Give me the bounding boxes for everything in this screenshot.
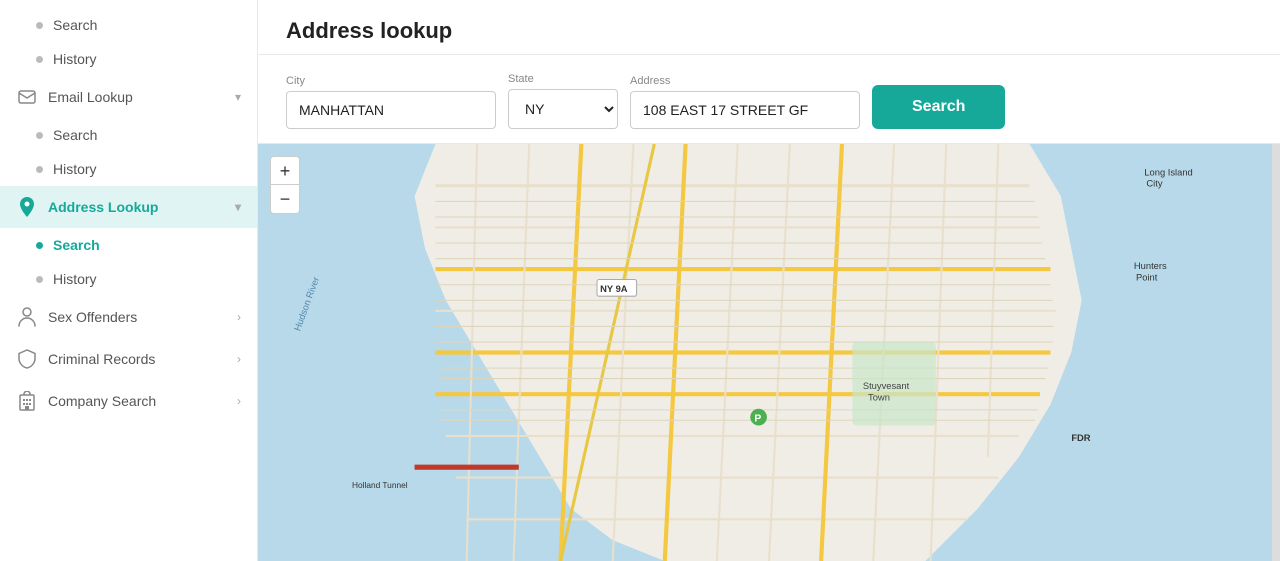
sidebar-item-address-history[interactable]: History (0, 262, 257, 296)
sidebar-item-label: Criminal Records (48, 351, 227, 367)
sidebar-item-sex-offenders[interactable]: Sex Offenders › (0, 296, 257, 338)
state-select[interactable]: ALAKAZARCACOCTDEFLGAHIIDILINIAKSKYLAMEMD… (508, 89, 618, 129)
dot-icon (36, 132, 43, 139)
sidebar-item-search-top[interactable]: Search (0, 8, 257, 42)
sidebar-item-address-lookup[interactable]: Address Lookup ▾ (0, 186, 257, 228)
sidebar-item-label: Address Lookup (48, 199, 225, 215)
sidebar: Search History Email Lookup ▾ Search His… (0, 0, 258, 561)
sidebar-item-email-search[interactable]: Search (0, 118, 257, 152)
email-lookup-subitems: Search History (0, 118, 257, 186)
search-button[interactable]: Search (872, 85, 1005, 129)
sidebar-item-email-history[interactable]: History (0, 152, 257, 186)
sidebar-item-label: History (53, 161, 97, 177)
email-icon (16, 86, 38, 108)
dot-icon (36, 22, 43, 29)
sidebar-item-label: History (53, 51, 97, 67)
svg-text:Town: Town (868, 392, 890, 402)
svg-text:FDR: FDR (1071, 433, 1090, 443)
sidebar-item-history-top[interactable]: History (0, 42, 257, 76)
sidebar-item-label: Search (53, 17, 97, 33)
sidebar-item-criminal-records[interactable]: Criminal Records › (0, 338, 257, 380)
chevron-right-icon: › (237, 394, 241, 408)
address-input[interactable] (630, 91, 860, 129)
location-icon (16, 196, 38, 218)
map-container: + − (258, 144, 1280, 561)
zoom-out-button[interactable]: − (271, 185, 299, 213)
sidebar-item-label: Sex Offenders (48, 309, 227, 325)
svg-text:Stuyvesant: Stuyvesant (863, 381, 910, 391)
search-bar: City State ALAKAZARCACOCTDEFLGAHIIDILINI… (258, 55, 1280, 144)
dot-icon (36, 242, 43, 249)
sidebar-item-label: Company Search (48, 393, 227, 409)
chevron-down-icon: ▾ (235, 90, 241, 104)
address-lookup-subitems: Search History (0, 228, 257, 296)
dot-icon (36, 166, 43, 173)
svg-text:Hunters: Hunters (1134, 261, 1167, 271)
page-title: Address lookup (286, 18, 1252, 44)
svg-text:Long Island: Long Island (1144, 167, 1192, 177)
chevron-right-icon: › (237, 352, 241, 366)
shield-icon (16, 348, 38, 370)
address-label: Address (630, 75, 860, 87)
svg-text:Point: Point (1136, 273, 1158, 283)
sidebar-item-company-search[interactable]: Company Search › (0, 380, 257, 422)
chevron-down-icon: ▾ (235, 200, 241, 214)
state-label: State (508, 73, 618, 85)
city-field-group: City (286, 75, 496, 129)
svg-text:NY 9A: NY 9A (600, 284, 628, 294)
map-display: Holland Tunnel Stuyvesant Town NY 9A FDR… (258, 144, 1280, 561)
dot-icon (36, 276, 43, 283)
sidebar-item-label: History (53, 271, 97, 287)
sidebar-item-label: Search (53, 237, 100, 253)
address-field-group: Address (630, 75, 860, 129)
city-input[interactable] (286, 91, 496, 129)
city-label: City (286, 75, 496, 87)
main-content: Address lookup City State ALAKAZARCACOCT… (258, 0, 1280, 561)
state-field-group: State ALAKAZARCACOCTDEFLGAHIIDILINIAKSKY… (508, 73, 618, 129)
sidebar-item-label: Email Lookup (48, 89, 225, 105)
map-scrollbar[interactable] (1272, 144, 1280, 561)
building-icon (16, 390, 38, 412)
sidebar-item-address-search[interactable]: Search (0, 228, 257, 262)
person-icon (16, 306, 38, 328)
svg-text:City: City (1146, 179, 1162, 189)
zoom-in-button[interactable]: + (271, 157, 299, 185)
sidebar-item-label: Search (53, 127, 97, 143)
chevron-right-icon: › (237, 310, 241, 324)
dot-icon (36, 56, 43, 63)
page-header: Address lookup (258, 0, 1280, 55)
svg-text:P: P (754, 413, 761, 424)
sidebar-item-email-lookup[interactable]: Email Lookup ▾ (0, 76, 257, 118)
map-zoom-controls: + − (270, 156, 300, 214)
svg-text:Holland Tunnel: Holland Tunnel (352, 480, 408, 490)
